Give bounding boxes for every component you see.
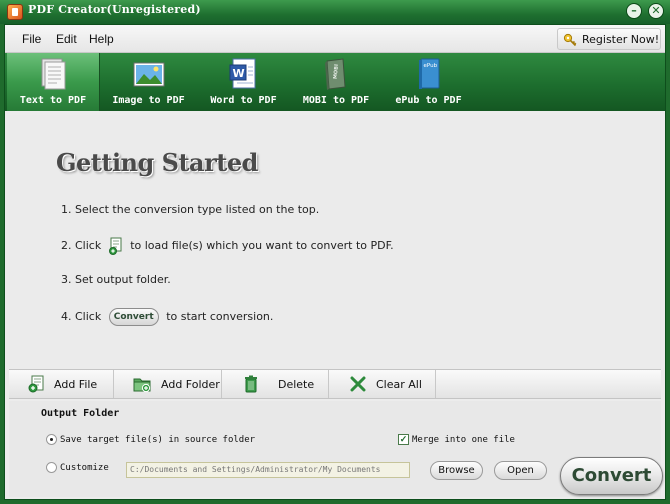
tab-mobi-to-pdf[interactable]: MOBI MOBI to PDF xyxy=(291,53,381,111)
save-in-source-label[interactable]: Save target file(s) in source folder xyxy=(60,435,255,445)
mobi-book-icon: MOBI xyxy=(325,58,346,90)
customize-label[interactable]: Customize xyxy=(60,463,109,473)
tab-image-to-pdf[interactable]: Image to PDF xyxy=(101,53,196,111)
menu-file[interactable]: File xyxy=(22,32,41,46)
tab-label: Image to PDF xyxy=(112,95,185,106)
register-label: Register Now! xyxy=(582,33,660,46)
register-now-button[interactable]: Register Now! xyxy=(557,28,661,50)
merge-label[interactable]: Merge into one file xyxy=(412,435,515,445)
add-file-icon xyxy=(108,237,122,255)
delete-button[interactable]: Delete xyxy=(222,370,329,398)
close-button[interactable]: ✕ xyxy=(648,3,664,19)
step-two: 2. Click to load file(s) which you want … xyxy=(61,237,394,255)
add-folder-button[interactable]: Add Folder xyxy=(114,370,222,398)
image-icon xyxy=(133,62,164,87)
conversion-tabs: Text to PDF Image to PDF W Word to PDF M… xyxy=(5,53,665,111)
file-toolbar: Add File Add Folder Delete Clear All xyxy=(9,369,661,399)
output-folder-title: Output Folder xyxy=(41,408,120,419)
tab-word-to-pdf[interactable]: W Word to PDF xyxy=(196,53,291,111)
add-folder-icon xyxy=(133,378,151,393)
step-four-prefix: 4. Click xyxy=(61,310,102,323)
window-title: PDF Creator(Unregistered) xyxy=(28,3,201,16)
tab-label: Word to PDF xyxy=(210,95,277,106)
step-four: 4. Click Convert to start conversion. xyxy=(61,308,273,326)
convert-hint-badge: Convert xyxy=(108,308,159,326)
output-folder-panel: Output Folder Save target file(s) in sou… xyxy=(9,401,663,497)
tab-label: ePub to PDF xyxy=(395,95,462,106)
step-two-suffix: to load file(s) which you want to conver… xyxy=(130,239,394,252)
tab-label: MOBI to PDF xyxy=(302,95,370,106)
clear-all-button[interactable]: Clear All xyxy=(329,370,436,398)
add-file-label: Add File xyxy=(54,378,98,391)
convert-button[interactable]: Convert xyxy=(560,457,663,495)
title-bar: PDF Creator(Unregistered) – ✕ xyxy=(0,0,670,24)
minimize-button[interactable]: – xyxy=(626,3,642,19)
step-two-prefix: 2. Click xyxy=(61,239,102,252)
trash-icon xyxy=(245,375,257,393)
main-window: File Edit Help Register Now! Text to PDF xyxy=(4,24,666,500)
save-in-source-radio[interactable] xyxy=(46,434,57,445)
key-icon xyxy=(563,33,577,47)
step-four-suffix: to start conversion. xyxy=(166,310,274,323)
getting-started-panel: Getting Started 1. Select the conversion… xyxy=(9,115,661,369)
add-file-icon xyxy=(28,375,44,393)
browse-button[interactable]: Browse xyxy=(430,461,483,480)
menu-bar: File Edit Help Register Now! xyxy=(5,25,665,53)
epub-book-icon: ePub xyxy=(418,58,439,89)
clear-all-label: Clear All xyxy=(376,378,422,391)
merge-checkbox[interactable]: ✓ xyxy=(398,434,409,445)
tab-label: Text to PDF xyxy=(19,95,87,106)
svg-text:W: W xyxy=(232,67,244,80)
step-three: 3. Set output folder. xyxy=(61,273,171,286)
output-path-field[interactable]: C:/Documents and Settings/Administrator/… xyxy=(126,462,410,478)
tab-text-to-pdf[interactable]: Text to PDF xyxy=(7,53,100,111)
customize-radio[interactable] xyxy=(46,462,57,473)
add-folder-label: Add Folder xyxy=(161,378,220,391)
menu-help[interactable]: Help xyxy=(89,32,114,46)
step-one: 1. Select the conversion type listed on … xyxy=(61,203,320,216)
svg-text:ePub: ePub xyxy=(423,63,437,69)
text-document-icon xyxy=(41,58,66,90)
menu-edit[interactable]: Edit xyxy=(56,32,77,46)
delete-label: Delete xyxy=(278,378,315,391)
app-logo-icon xyxy=(7,4,23,20)
open-button[interactable]: Open xyxy=(494,461,547,480)
page-title: Getting Started xyxy=(56,148,258,177)
word-document-icon: W xyxy=(229,58,255,89)
tab-epub-to-pdf[interactable]: ePub ePub to PDF xyxy=(381,53,476,111)
add-file-button[interactable]: Add File xyxy=(9,370,114,398)
clear-x-icon xyxy=(350,376,366,392)
